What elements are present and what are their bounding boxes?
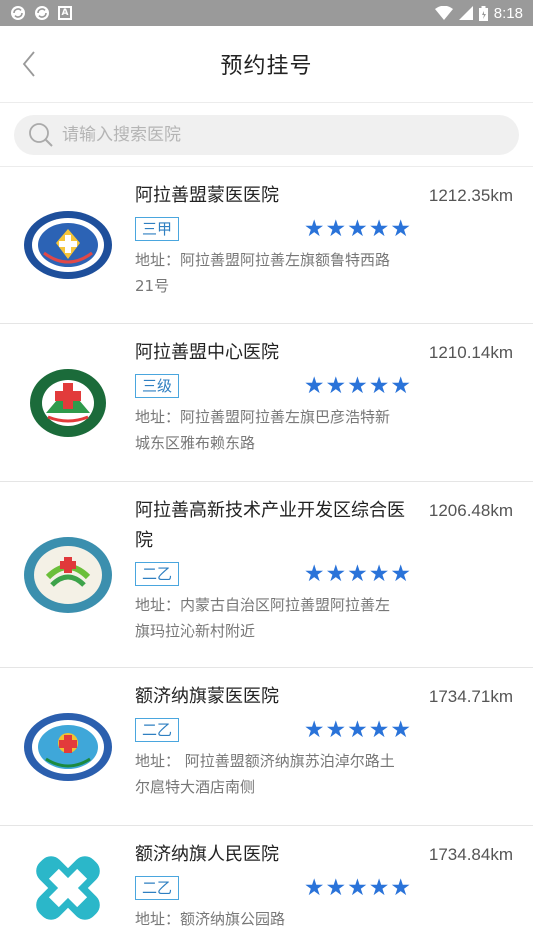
distance-label: 1206.48km [428, 501, 513, 520]
search-input[interactable] [62, 124, 482, 145]
hospital-list-item[interactable]: 额济纳旗人民医院 1734.84km 二乙 ★★★★★ 地址：额济纳旗公园路 [0, 826, 533, 949]
hospital-list-item[interactable]: 额济纳旗蒙医医院 1734.71km 二乙 ★★★★★ 地址： 阿拉善盟额济纳旗… [0, 668, 533, 826]
wifi-icon [434, 6, 453, 20]
distance-label: 1734.84km [428, 845, 513, 864]
rating-stars: ★★★★★ [303, 875, 412, 901]
sync-icon [11, 6, 25, 20]
hospital-name: 阿拉善盟中心医院 [135, 342, 279, 363]
central-hospital-logo [29, 368, 106, 437]
hospital-name: 额济纳旗蒙医医院 [135, 686, 279, 707]
hospital-address: 地址：内蒙古自治区阿拉善盟阿拉善左旗玛拉沁新村附近 [135, 596, 391, 640]
mongolian-medicine-hospital-logo [23, 211, 112, 279]
distance-label: 1734.71km [428, 687, 513, 706]
grade-badge: 二乙 [135, 718, 180, 742]
hospital-list-item[interactable]: 阿拉善高新技术产业开发区综合医院 1206.48km 二乙 ★★★★★ 地址：内… [0, 482, 533, 668]
hospital-list-item[interactable]: 阿拉善盟蒙医医院 1212.35km 三甲 ★★★★★ 地址：阿拉善盟阿拉善左旗… [0, 167, 533, 324]
ejina-mongolian-hospital-logo [23, 712, 112, 781]
grade-badge: 三甲 [135, 217, 180, 241]
grade-badge: 三级 [135, 374, 180, 398]
hospital-name: 阿拉善盟蒙医医院 [135, 185, 279, 206]
battery-icon [478, 5, 488, 21]
app-notification-icon: A [58, 6, 72, 20]
hospital-list-item[interactable]: 阿拉善盟中心医院 1210.14km 三级 ★★★★★ 地址：阿拉善盟阿拉善左旗… [0, 324, 533, 482]
status-time: 8:18 [493, 4, 523, 22]
hospital-address: 地址： 阿拉善盟额济纳旗苏泊淖尔路土尔扈特大酒店南侧 [135, 752, 395, 796]
page-title: 预约挂号 [220, 54, 313, 79]
hospital-address: 地址：阿拉善盟阿拉善左旗巴彦浩特新城东区雅布赖东路 [135, 408, 391, 452]
sync-icon-2 [35, 6, 49, 20]
status-notification-icons: A [10, 5, 72, 21]
distance-label: 1210.14km [428, 343, 513, 362]
status-bar: A 8:18 [0, 0, 533, 26]
ejina-people-hospital-logo [35, 855, 100, 920]
rating-stars: ★★★★★ [303, 717, 412, 743]
search-box[interactable] [14, 114, 519, 155]
rating-stars: ★★★★★ [303, 373, 412, 399]
rating-stars: ★★★★★ [303, 216, 412, 242]
search-icon [29, 122, 53, 147]
distance-label: 1212.35km [428, 186, 513, 205]
grade-badge: 二乙 [135, 562, 180, 586]
hospital-address: 地址：阿拉善盟阿拉善左旗额鲁特西路21号 [135, 251, 391, 295]
grade-badge: 二乙 [135, 876, 180, 900]
hospital-name: 额济纳旗人民医院 [135, 844, 279, 865]
hospital-list: 阿拉善盟蒙医医院 1212.35km 三甲 ★★★★★ 地址：阿拉善盟阿拉善左旗… [0, 167, 533, 949]
chevron-left-icon [22, 51, 35, 77]
hospital-address: 地址：额济纳旗公园路 [135, 910, 286, 928]
back-button[interactable] [14, 44, 44, 84]
hospital-name: 阿拉善高新技术产业开发区综合医院 [135, 500, 405, 551]
rating-stars: ★★★★★ [303, 561, 412, 587]
hi-tech-zone-hospital-logo [23, 536, 112, 613]
signal-icon [458, 6, 473, 20]
search-bar [0, 103, 533, 167]
nav-bar: 预约挂号 [0, 26, 533, 103]
